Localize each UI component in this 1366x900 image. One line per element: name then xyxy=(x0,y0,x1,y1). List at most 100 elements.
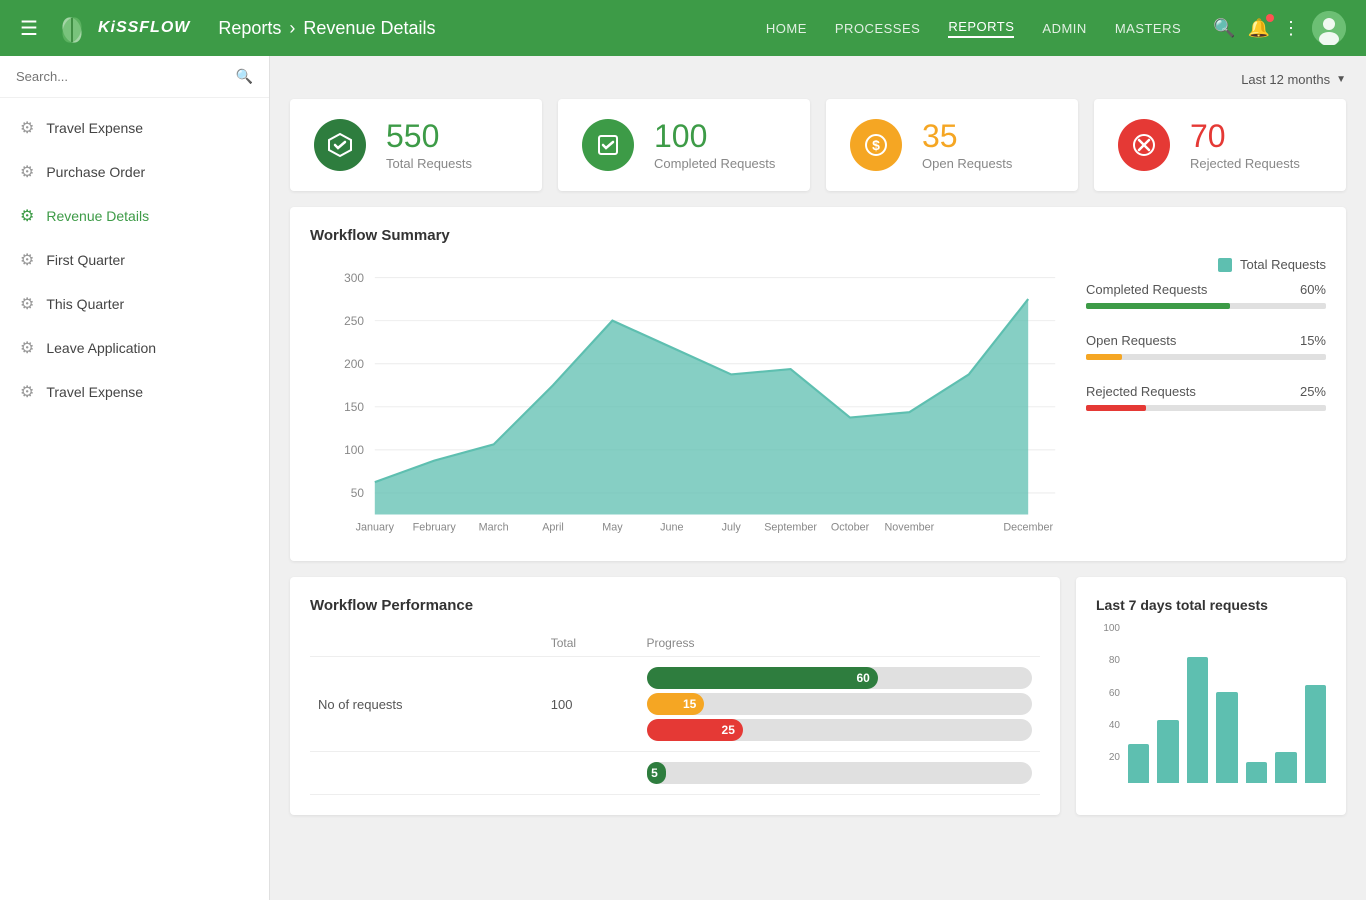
open-requests-icon: $ xyxy=(850,119,902,171)
teal-legend-box xyxy=(1218,258,1232,272)
svg-text:150: 150 xyxy=(344,400,364,414)
nav-links: HOME PROCESSES REPORTS ADMIN MASTERS xyxy=(766,19,1181,38)
sidebar-item-travel-expense-2[interactable]: ⚙ Travel Expense xyxy=(0,370,269,414)
gear-icon: ⚙ xyxy=(20,382,34,402)
completed-requests-bar xyxy=(1086,303,1230,309)
open-requests-bar-bg xyxy=(1086,354,1326,360)
total-requests-icon xyxy=(314,119,366,171)
perf-bar-wrap: 60 15 25 xyxy=(647,667,1033,741)
content-area: Last 12 months ▼ 550 Total Requests xyxy=(270,56,1366,900)
nav-reports[interactable]: REPORTS xyxy=(948,19,1014,38)
svg-text:April: April xyxy=(542,522,564,534)
svg-text:50: 50 xyxy=(351,486,365,500)
notification-icon[interactable]: 🔔 xyxy=(1248,18,1270,39)
open-requests-number: 35 xyxy=(922,119,1012,154)
nav-home[interactable]: HOME xyxy=(766,21,807,36)
bar7-y-80: 80 xyxy=(1096,655,1120,666)
svg-text:September: September xyxy=(764,522,817,534)
sidebar-item-first-quarter[interactable]: ⚙ First Quarter xyxy=(0,238,269,282)
perf-bar-fill-orange: 15 xyxy=(647,693,705,715)
sidebar-item-travel-expense-1[interactable]: ⚙ Travel Expense xyxy=(0,106,269,150)
hamburger-icon[interactable]: ☰ xyxy=(20,16,38,41)
gear-icon: ⚙ xyxy=(20,118,34,138)
sidebar-item-label: This Quarter xyxy=(46,296,124,312)
breadcrumb: Reports › Revenue Details xyxy=(218,18,435,39)
sidebar-item-leave-application[interactable]: ⚙ Leave Application xyxy=(0,326,269,370)
perf-row-total: 100 xyxy=(543,657,639,752)
bar7-bar-2 xyxy=(1157,720,1178,783)
search-input[interactable] xyxy=(16,69,236,84)
perf-bar-fill-red: 25 xyxy=(647,719,743,741)
rejected-requests-legend-label: Rejected Requests 25% xyxy=(1086,384,1326,399)
table-row: No of requests 100 60 15 xyxy=(310,657,1040,752)
nav-masters[interactable]: MASTERS xyxy=(1115,21,1181,36)
stat-card-open: $ 35 Open Requests xyxy=(826,99,1078,191)
perf-col-progress: Progress xyxy=(639,630,1041,657)
stat-info-open: 35 Open Requests xyxy=(922,119,1012,171)
perf-bar-row-green: 60 xyxy=(647,667,1033,689)
rejected-requests-bar-bg xyxy=(1086,405,1326,411)
stat-info-completed: 100 Completed Requests xyxy=(654,119,775,171)
completed-requests-label: Completed Requests xyxy=(654,156,775,171)
sidebar-item-label: Leave Application xyxy=(46,340,156,356)
time-filter-label: Last 12 months xyxy=(1241,72,1330,87)
workflow-summary-chart: 300 250 200 150 100 50 January February … xyxy=(310,256,1066,536)
bar7-bar-6 xyxy=(1275,752,1296,783)
top-navigation: ☰ KiSSFLOW Reports › Revenue Details HOM… xyxy=(0,0,1366,56)
sidebar: 🔍 ⚙ Travel Expense ⚙ Purchase Order ⚙ Re… xyxy=(0,56,270,900)
sidebar-item-this-quarter[interactable]: ⚙ This Quarter xyxy=(0,282,269,326)
perf-col-name xyxy=(310,630,543,657)
perf-bar-row-red: 25 xyxy=(647,719,1033,741)
performance-table: Total Progress No of requests 100 60 xyxy=(310,630,1040,795)
svg-text:January: January xyxy=(356,522,395,534)
sidebar-item-purchase-order[interactable]: ⚙ Purchase Order xyxy=(0,150,269,194)
dropdown-arrow-icon[interactable]: ▼ xyxy=(1336,74,1346,85)
sidebar-item-label: Revenue Details xyxy=(46,208,149,224)
rejected-requests-number: 70 xyxy=(1190,119,1300,154)
bar7-bar-7 xyxy=(1305,685,1326,783)
breadcrumb-current: Revenue Details xyxy=(303,18,435,39)
svg-text:March: March xyxy=(479,522,509,534)
nav-processes[interactable]: PROCESSES xyxy=(835,21,920,36)
app-logo xyxy=(54,10,90,46)
chart-legend-area: Total Requests Completed Requests 60% Op… xyxy=(1086,227,1326,541)
total-requests-number: 550 xyxy=(386,119,472,154)
svg-text:$: $ xyxy=(872,137,880,153)
total-requests-label: Total Requests xyxy=(386,156,472,171)
bar7-bar-3 xyxy=(1187,657,1208,783)
nav-admin[interactable]: ADMIN xyxy=(1042,21,1086,36)
completed-requests-legend-item: Completed Requests 60% xyxy=(1086,282,1326,309)
svg-text:July: July xyxy=(722,522,742,534)
perf-row-label: No of requests xyxy=(310,657,543,752)
svg-text:200: 200 xyxy=(344,357,364,371)
rejected-requests-bar xyxy=(1086,405,1146,411)
perf-bar-wrap-2: 5 xyxy=(647,762,1033,784)
chart-area: Workflow Summary 300 250 200 150 100 xyxy=(310,227,1066,541)
bar7-y-20: 20 xyxy=(1096,752,1120,763)
gear-icon: ⚙ xyxy=(20,250,34,270)
table-row: 5 xyxy=(310,752,1040,795)
completed-requests-icon xyxy=(582,119,634,171)
perf-bar-row-green-2: 5 xyxy=(647,762,1033,784)
svg-text:February: February xyxy=(413,522,457,534)
sidebar-item-revenue-details[interactable]: ⚙ Revenue Details xyxy=(0,194,269,238)
breadcrumb-reports[interactable]: Reports xyxy=(218,18,281,39)
perf-row-progress-2: 5 xyxy=(639,752,1041,795)
bar7-bar-5 xyxy=(1246,762,1267,783)
sidebar-item-label: Travel Expense xyxy=(46,120,143,136)
stat-card-rejected: 70 Rejected Requests xyxy=(1094,99,1346,191)
app-name: KiSSFLOW xyxy=(98,19,190,37)
svg-text:October: October xyxy=(831,522,870,534)
sidebar-item-label: First Quarter xyxy=(46,252,125,268)
avatar[interactable] xyxy=(1312,11,1346,45)
perf-bar-fill-green-2: 5 xyxy=(647,762,666,784)
gear-icon: ⚙ xyxy=(20,162,34,182)
search-icon[interactable]: 🔍 xyxy=(1213,18,1235,39)
more-options-icon[interactable]: ⋮ xyxy=(1282,18,1300,39)
stat-card-completed: 100 Completed Requests xyxy=(558,99,810,191)
svg-text:May: May xyxy=(602,522,623,534)
sidebar-item-label: Travel Expense xyxy=(46,384,143,400)
bottom-section: Workflow Performance Total Progress No o… xyxy=(290,577,1346,815)
workflow-summary-card: Workflow Summary 300 250 200 150 100 xyxy=(290,207,1346,561)
time-filter: Last 12 months ▼ xyxy=(290,72,1346,87)
